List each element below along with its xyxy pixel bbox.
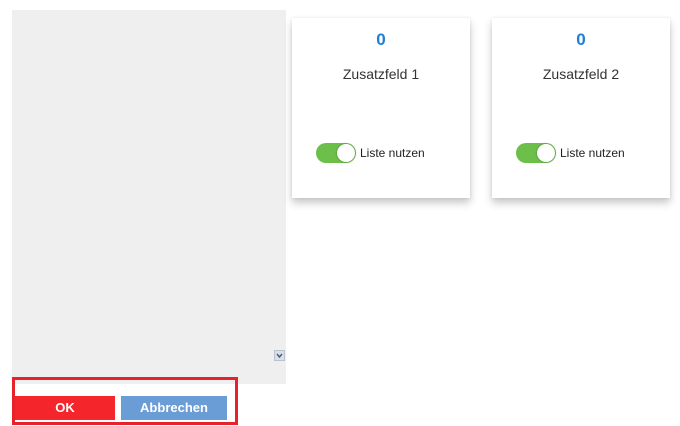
cancel-button[interactable]: Abbrechen [121,396,227,420]
list-toggle[interactable] [516,143,556,163]
card-title: Zusatzfeld 1 [342,66,420,82]
card-title: Zusatzfeld 2 [542,66,620,82]
scroll-down-button[interactable] [274,350,285,361]
card-zusatzfeld-2: 0 Zusatzfeld 2 Liste nutzen [492,18,670,198]
field-list-panel [12,10,286,384]
card-count: 0 [376,30,386,49]
card-zusatzfeld-1: 0 Zusatzfeld 1 Liste nutzen [292,18,470,198]
chevron-down-icon [276,353,283,359]
toggle-label: Liste nutzen [360,146,425,160]
toggle-row: Liste nutzen [516,143,625,163]
list-toggle[interactable] [316,143,356,163]
toggle-knob [337,144,355,162]
ok-button[interactable]: OK [15,396,115,420]
toggle-label: Liste nutzen [560,146,625,160]
card-count: 0 [576,30,586,49]
toggle-knob [537,144,555,162]
toggle-row: Liste nutzen [316,143,425,163]
